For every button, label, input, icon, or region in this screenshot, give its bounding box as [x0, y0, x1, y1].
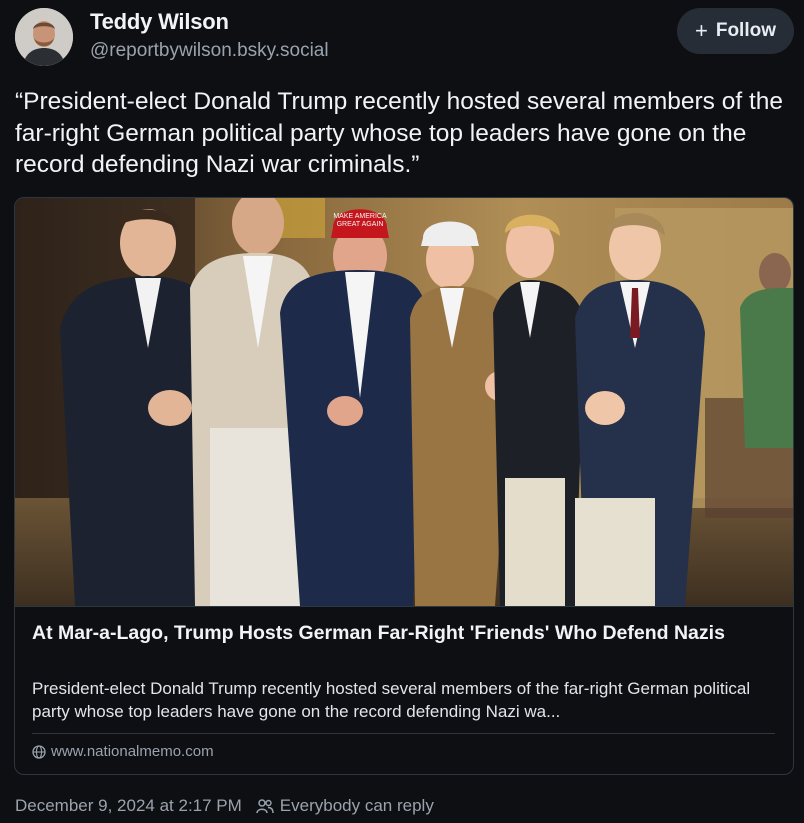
author-handle[interactable]: @reportbywilson.bsky.social — [90, 40, 329, 62]
hat-text-2: GREAT AGAIN — [337, 221, 384, 228]
link-card[interactable]: MAKE AMERICA GREAT AGAIN At Mar-a-Lago, … — [14, 197, 794, 775]
link-card-domain: www.nationalmemo.com — [32, 743, 214, 760]
link-card-title: At Mar-a-Lago, Trump Hosts German Far-Ri… — [32, 622, 725, 644]
plus-icon: + — [694, 18, 708, 43]
link-card-description: President-elect Donald Trump recently ho… — [32, 679, 751, 721]
author-name[interactable]: Teddy Wilson — [90, 9, 229, 35]
link-card-domain-text: www.nationalmemo.com — [51, 743, 214, 760]
post-footer: December 9, 2024 at 2:17 PM Everybody ca… — [15, 796, 434, 816]
author-avatar[interactable] — [15, 8, 73, 66]
follow-button[interactable]: + Follow — [677, 8, 794, 54]
post-text: “President-elect Donald Trump recently h… — [15, 88, 784, 178]
avatar-image — [15, 8, 73, 66]
reply-setting[interactable]: Everybody can reply — [256, 796, 434, 816]
post-timestamp[interactable]: December 9, 2024 at 2:17 PM — [15, 796, 242, 816]
link-card-divider — [32, 733, 775, 734]
link-card-photo: MAKE AMERICA GREAT AGAIN — [15, 198, 793, 607]
reply-setting-label: Everybody can reply — [279, 796, 434, 815]
globe-icon — [32, 744, 46, 759]
people-icon — [256, 799, 274, 814]
hat-text-1: MAKE AMERICA — [333, 213, 387, 220]
follow-button-label: Follow — [715, 20, 776, 41]
